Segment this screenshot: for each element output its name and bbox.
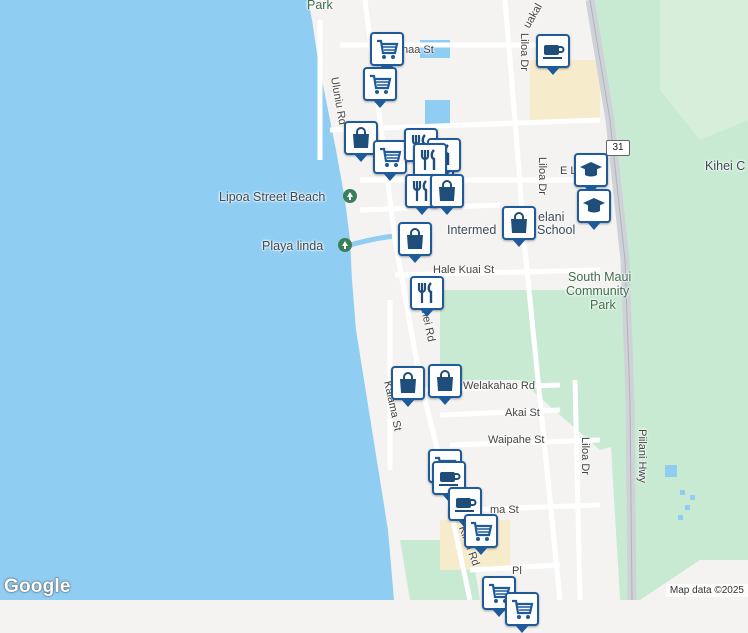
school-icon — [583, 198, 605, 213]
road-label: haa St — [402, 44, 434, 56]
shopping-bag-pin[interactable] — [428, 364, 462, 405]
shopping-bag-icon — [439, 180, 455, 201]
park-label-top: Park — [307, 0, 333, 12]
shopping-bag-pin[interactable] — [398, 222, 432, 263]
shopping-cart-icon — [380, 147, 402, 167]
google-logo: Google — [4, 576, 71, 597]
road-label: Welakahao Rd — [463, 380, 535, 392]
school-pin[interactable] — [574, 153, 608, 194]
road-label: Akai St — [505, 407, 540, 419]
coffee-pin[interactable] — [536, 34, 570, 75]
shopping-bag-icon — [353, 127, 369, 148]
road-label: Piilani Hwy — [635, 429, 648, 483]
road-label: Waipahe St — [488, 434, 545, 446]
shopping-bag-pin[interactable] — [502, 206, 536, 247]
shopping-cart-pin[interactable] — [373, 140, 407, 181]
beach-tree-icon — [338, 238, 352, 252]
shopping-cart-pin[interactable] — [464, 514, 498, 555]
shopping-bag-icon — [407, 228, 423, 249]
road-label: Hale Kuai St — [433, 264, 495, 276]
shopping-cart-icon — [377, 39, 399, 59]
shopping-cart-pin[interactable] — [505, 592, 539, 633]
shopping-cart-icon — [370, 74, 392, 94]
building-marker — [665, 465, 677, 477]
beach-tree-icon — [343, 189, 357, 203]
shopping-cart-pin[interactable] — [370, 32, 404, 73]
road-label: Pl — [512, 565, 522, 577]
school-label[interactable]: Intermed — [447, 223, 496, 237]
school-icon — [580, 162, 602, 177]
playa-linda-label[interactable]: Playa linda — [262, 239, 323, 253]
kihei-c-label[interactable]: Kihei C — [705, 159, 745, 173]
shopping-bag-pin[interactable] — [430, 174, 464, 215]
road-label: Liloa Dr — [517, 33, 530, 71]
community-park-label-2: Community — [566, 284, 630, 298]
school-pin[interactable] — [577, 189, 611, 230]
school-label-part2: School — [537, 223, 576, 237]
shopping-cart-icon — [471, 521, 493, 541]
pond-2 — [425, 100, 450, 125]
coffee-icon — [543, 45, 565, 59]
lipoa-street-beach-label[interactable]: Lipoa Street Beach — [219, 190, 325, 204]
shopping-bag-icon — [511, 212, 527, 233]
road-label: Liloa Dr — [535, 157, 548, 195]
restaurant-pin[interactable] — [413, 143, 447, 184]
road-label: Liloa Dr — [578, 437, 591, 475]
shopping-bag-icon — [400, 372, 416, 393]
restaurant-pin[interactable] — [410, 276, 444, 317]
shopping-cart-pin[interactable] — [363, 67, 397, 108]
shopping-bag-icon — [437, 370, 453, 391]
community-park-label-3: Park — [590, 298, 616, 312]
map-attribution[interactable]: Map data ©2025 — [665, 584, 748, 597]
restaurant-icon — [417, 282, 433, 303]
school-label-part: elani — [538, 210, 565, 224]
commercial-area — [530, 60, 600, 120]
shopping-bag-pin[interactable] — [391, 366, 425, 407]
community-park-label-1[interactable]: South Maui — [568, 270, 631, 284]
highway-shield: 31 — [606, 140, 630, 156]
restaurant-icon — [420, 149, 436, 170]
